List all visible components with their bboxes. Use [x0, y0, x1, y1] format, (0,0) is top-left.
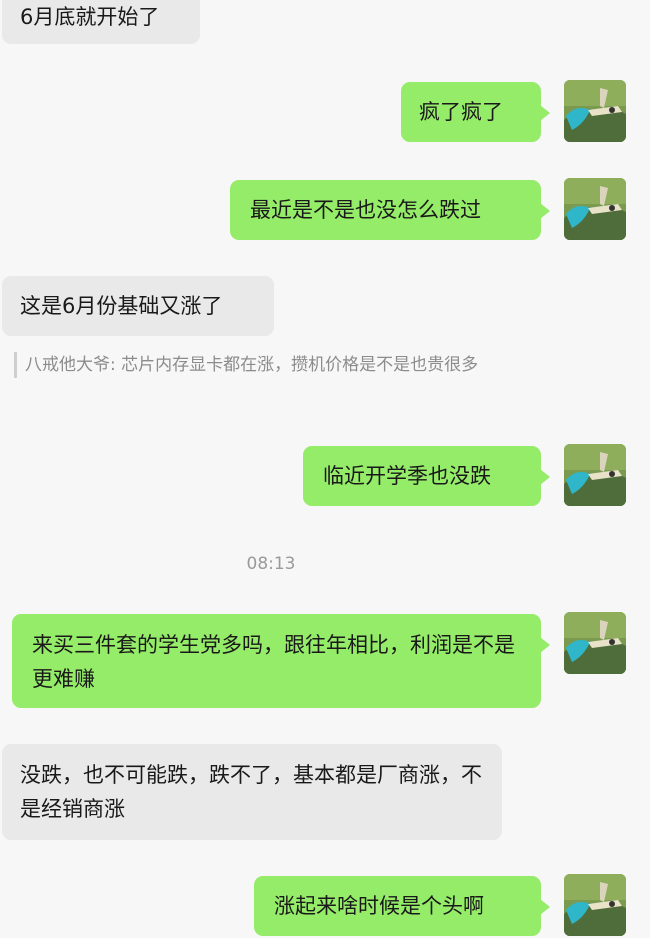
- chameleon-avatar-icon[interactable]: [564, 874, 626, 936]
- message-text: 来买三件套的学生党多吗，跟往年相比，利润是不是更难赚: [32, 633, 515, 691]
- chameleon-avatar-icon[interactable]: [564, 444, 626, 506]
- message-text: 疯了疯了: [419, 100, 503, 124]
- message-text: 涨起来啥时候是个头啊: [274, 894, 484, 918]
- chat-view: 6月底就开始了 疯了疯了 最近是不是也没怎么跌过 这是6月份基础又涨了 八戒他大…: [0, 0, 650, 938]
- message-bubble-outgoing[interactable]: 涨起来啥时候是个头啊: [254, 876, 550, 936]
- message-text: 6月底就开始了: [20, 5, 160, 29]
- chameleon-avatar-icon[interactable]: [564, 80, 626, 142]
- timestamp: 08:13: [246, 554, 296, 574]
- quoted-reply[interactable]: 八戒他大爷: 芯片内存显卡都在涨，攒机价格是不是也贵很多: [14, 352, 514, 378]
- message-bubble-outgoing[interactable]: 最近是不是也没怎么跌过: [230, 180, 550, 240]
- message-bubble-incoming[interactable]: 6月底就开始了: [2, 0, 200, 44]
- message-bubble-outgoing[interactable]: 疯了疯了: [401, 82, 550, 142]
- chameleon-avatar-icon[interactable]: [564, 178, 626, 240]
- quoted-text: 八戒他大爷: 芯片内存显卡都在涨，攒机价格是不是也贵很多: [25, 355, 479, 375]
- message-bubble-outgoing[interactable]: 来买三件套的学生党多吗，跟往年相比，利润是不是更难赚: [12, 614, 550, 708]
- message-text: 这是6月份基础又涨了: [20, 294, 223, 318]
- chameleon-avatar-icon[interactable]: [564, 612, 626, 674]
- message-bubble-incoming[interactable]: 这是6月份基础又涨了: [2, 276, 274, 336]
- message-text: 最近是不是也没怎么跌过: [250, 198, 481, 222]
- message-text: 临近开学季也没跌: [323, 464, 491, 488]
- message-bubble-outgoing[interactable]: 临近开学季也没跌: [303, 446, 550, 506]
- message-text: 没跌，也不可能跌，跌不了，基本都是厂商涨，不是经销商涨: [20, 763, 482, 821]
- message-bubble-incoming[interactable]: 没跌，也不可能跌，跌不了，基本都是厂商涨，不是经销商涨: [2, 744, 502, 840]
